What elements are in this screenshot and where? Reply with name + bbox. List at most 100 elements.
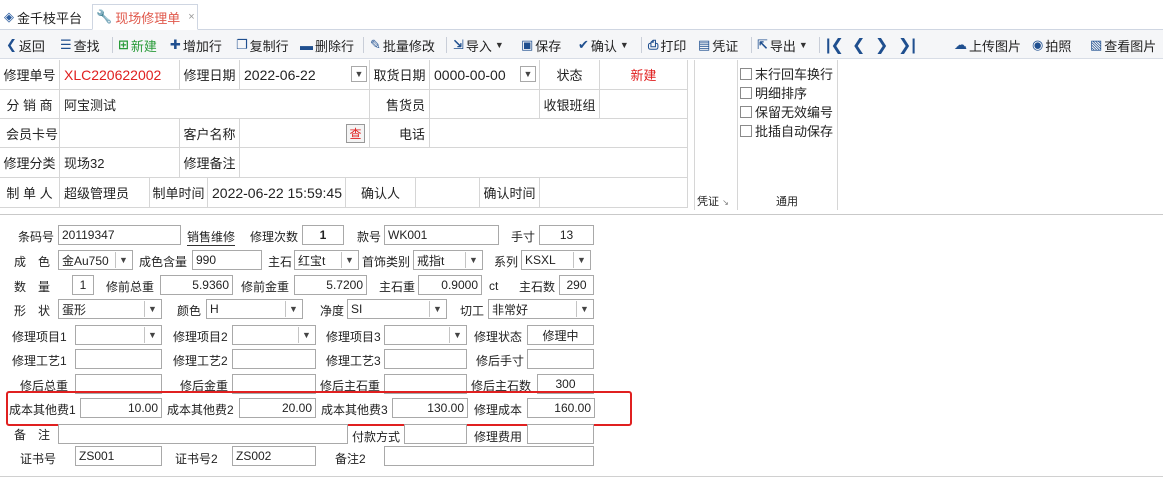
cert-no-input[interactable]: ZS001 [75, 446, 162, 466]
member-card-field[interactable] [60, 119, 180, 148]
toolbar-divider [112, 37, 113, 53]
toolbar-divider [819, 37, 820, 53]
shape-value: 蛋形 [62, 302, 87, 317]
next-record-button[interactable]: ❯ [875, 34, 888, 56]
color-select[interactable]: 金Au750 ▼ [58, 250, 133, 270]
first-record-button[interactable]: |❮ [826, 34, 844, 56]
series-select[interactable]: KSXL ▼ [521, 250, 591, 270]
delete-row-label: 删除行 [315, 38, 355, 54]
payment-input[interactable] [404, 424, 467, 444]
cut-select[interactable]: 非常好 ▼ [488, 299, 594, 319]
add-row-button[interactable]: ✚ 增加行 [170, 34, 222, 56]
main-stone-count-input[interactable]: 290 [559, 275, 594, 295]
cert-no2-input[interactable]: ZS002 [232, 446, 316, 466]
salesperson-field[interactable] [430, 90, 540, 119]
repair-craft2-input[interactable] [232, 349, 316, 369]
confirm-button[interactable]: ✔ 确认 ▼ [578, 34, 629, 56]
repair-remark-field[interactable] [240, 148, 688, 178]
note-input[interactable] [58, 424, 348, 444]
close-icon[interactable]: × [188, 11, 194, 23]
delete-row-button[interactable]: ▬ 删除行 [300, 34, 354, 56]
repair-count-input[interactable]: 1 [302, 225, 344, 245]
image-icon: ▧ [1090, 37, 1103, 52]
repair-date-dropdown[interactable]: ▼ [351, 66, 367, 82]
checkbox-icon [740, 105, 752, 118]
pen-icon: ✎ [370, 37, 381, 52]
print-button[interactable]: ⎙ 打印 [648, 34, 686, 56]
pickup-date-value: 0000-00-00 [434, 66, 506, 83]
import-button[interactable]: ⇲ 导入 ▼ [453, 34, 504, 56]
camera-icon: ◉ [1032, 37, 1044, 52]
copy-row-button[interactable]: ❐ 复制行 [236, 34, 289, 56]
pre-gold-weight-input[interactable]: 5.7200 [294, 275, 367, 295]
tab-repair-order[interactable]: 🔧 现场修理单 × [92, 4, 198, 30]
chevron-down-icon: ▼ [576, 301, 592, 317]
repair-craft3-input[interactable] [384, 349, 467, 369]
pre-total-weight-input[interactable]: 5.9360 [160, 275, 233, 295]
view-image-button[interactable]: ▧ 查看图片 [1090, 34, 1156, 56]
chevron-down-icon: ▼ [354, 69, 364, 79]
repair-craft1-input[interactable] [75, 349, 162, 369]
toolbar-divider [446, 37, 447, 53]
style-no-input[interactable]: WK001 [384, 225, 499, 245]
pickup-date-dropdown[interactable]: ▼ [520, 66, 536, 82]
option-label: 明细排序 [755, 86, 808, 101]
photo-label: 拍照 [1045, 38, 1072, 54]
voucher-button[interactable]: ▤ 凭证 [698, 34, 738, 56]
jewelry-type-select[interactable]: 戒指t ▼ [413, 250, 483, 270]
batch-edit-label: 批量修改 [382, 38, 435, 54]
color2-select[interactable]: H ▼ [206, 299, 303, 319]
post-ring-size-input[interactable] [527, 349, 594, 369]
repair-craft3-label: 修理工艺3 [326, 354, 381, 368]
barcode-input[interactable]: 20119347 [58, 225, 181, 245]
save-button[interactable]: ▣ 保存 [521, 34, 561, 56]
option-detail-sort[interactable]: 明细排序 [740, 83, 807, 102]
shape-select[interactable]: 蛋形 ▼ [58, 299, 162, 319]
back-button[interactable]: ❮ 返回 [6, 34, 45, 56]
batch-edit-button[interactable]: ✎ 批量修改 [370, 34, 435, 56]
repair-item3-select[interactable]: ▼ [384, 325, 467, 345]
options-divider [694, 60, 695, 210]
import-label: 导入 [465, 38, 492, 54]
pre-gold-weight-label: 修前金重 [241, 280, 290, 294]
customer-query-button[interactable]: 查 [346, 124, 365, 143]
qty-input[interactable]: 1 [72, 275, 94, 295]
option-enter-newline[interactable]: 末行回车换行 [740, 64, 833, 83]
create-time-value: 2022-06-22 15:59:45 [208, 178, 346, 208]
cashier-group-field[interactable] [600, 90, 688, 119]
repair-item2-select[interactable]: ▼ [232, 325, 316, 345]
option-label: 批插自动保存 [755, 124, 834, 139]
new-button[interactable]: ⊞ 新建 [118, 34, 157, 56]
clarity-select[interactable]: SI ▼ [347, 299, 447, 319]
color-value: 金Au750 [62, 253, 109, 268]
find-button[interactable]: ☰ 查找 [60, 34, 100, 56]
phone-field[interactable] [430, 119, 688, 148]
repair-fee-input[interactable] [527, 424, 594, 444]
export-button[interactable]: ⇱ 导出 ▼ [757, 34, 808, 56]
note2-input[interactable] [384, 446, 594, 466]
tab-platform[interactable]: ◈ 金千枝平台 [4, 4, 90, 30]
cert-no-label: 证书号 [20, 452, 57, 466]
sales-repair-button[interactable]: 销售维修 [187, 228, 236, 246]
series-label: 系列 [494, 255, 519, 269]
option-keep-invalid[interactable]: 保留无效编号 [740, 102, 833, 121]
chevron-down-icon: ▼ [523, 69, 533, 79]
chevron-down-icon: ▼ [619, 40, 629, 50]
last-record-button[interactable]: ❯| [898, 34, 916, 56]
category-value: 现场32 [60, 148, 180, 178]
upload-image-button[interactable]: ☁ 上传图片 [954, 34, 1021, 56]
repair-item2-label: 修理项目2 [173, 330, 228, 344]
ring-size-input[interactable]: 13 [539, 225, 594, 245]
purity-input[interactable]: 990 [192, 250, 262, 270]
repair-status-input[interactable]: 修理中 [527, 325, 594, 345]
main-stone-select[interactable]: 红宝t ▼ [294, 250, 359, 270]
payment-label: 付款方式 [352, 430, 401, 444]
repair-item1-select[interactable]: ▼ [75, 325, 162, 345]
expand-icon[interactable]: ↘ [722, 198, 729, 207]
wrench-icon: 🔧 [96, 9, 113, 24]
prev-record-button[interactable]: ❮ [852, 34, 865, 56]
option-batch-autosave[interactable]: 批插自动保存 [740, 121, 833, 140]
creator-label: 制 单 人 [0, 178, 60, 208]
photo-button[interactable]: ◉ 拍照 [1032, 34, 1071, 56]
main-stone-weight-input[interactable]: 0.9000 [418, 275, 482, 295]
